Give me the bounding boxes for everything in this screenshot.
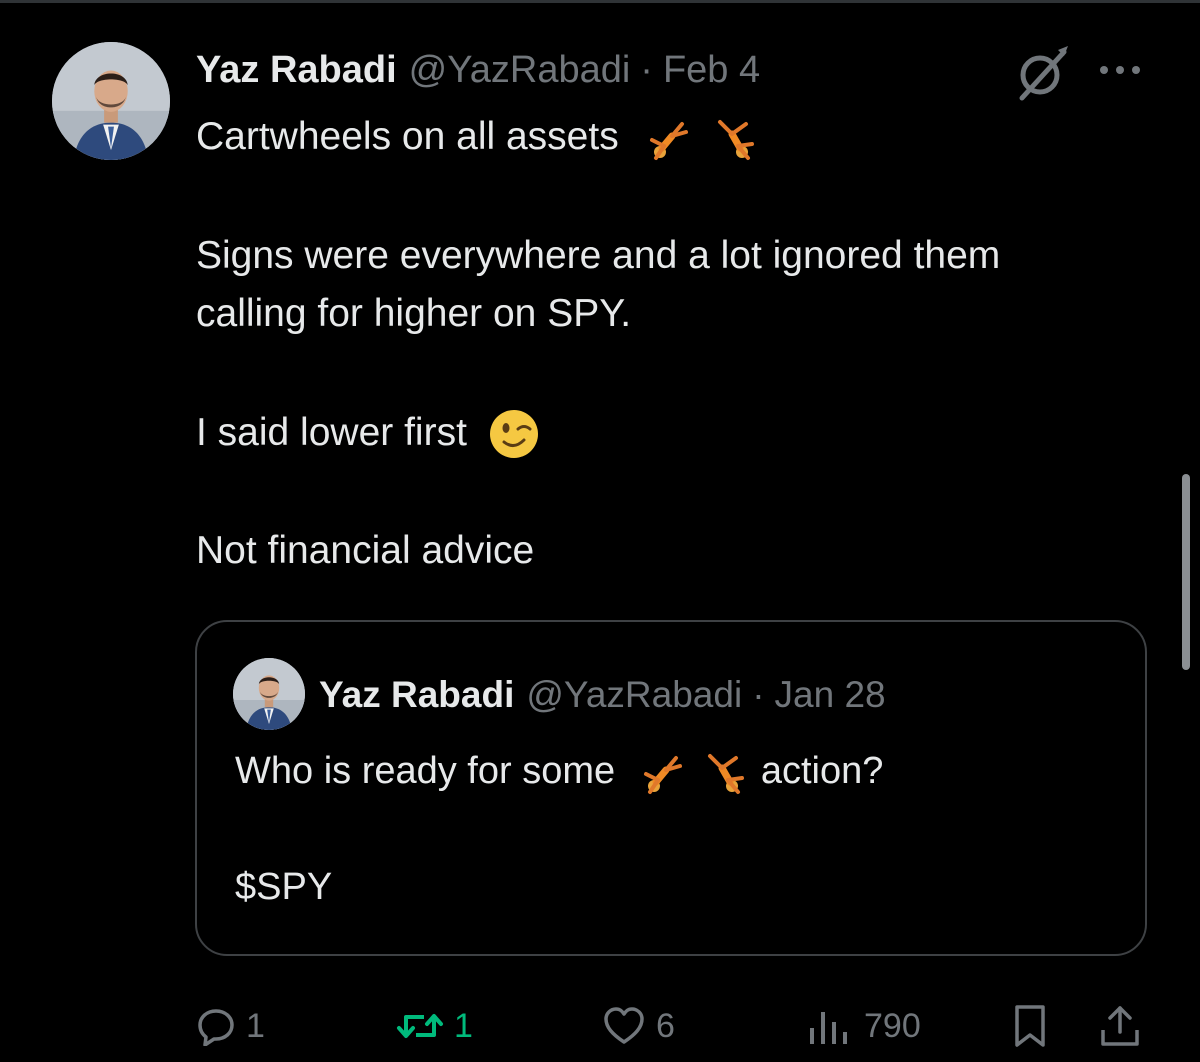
tweet-text-line-2: Signs were everywhere and a lot ignored … (196, 233, 1001, 277)
quoted-tweet[interactable]: Yaz Rabadi @YazRabadi · Jan 28 Who is re… (195, 620, 1147, 956)
avatar-photo (52, 42, 170, 160)
quoted-author-avatar (233, 658, 305, 730)
tweet-text: Cartwheels on all assets Signs were ever… (196, 108, 1156, 581)
share-icon (1101, 1006, 1139, 1046)
tweet-text-line-1: Cartwheels on all assets (196, 115, 619, 158)
repost-icon (397, 1014, 443, 1038)
tweet-header: Yaz Rabadi @YazRabadi · Feb 4 (196, 44, 760, 96)
quoted-author-display-name: Yaz Rabadi (319, 674, 515, 715)
views-count: 790 (864, 1006, 921, 1045)
cartwheel-emoji-icon (702, 750, 748, 796)
more-icon[interactable] (1097, 60, 1143, 80)
reply-button[interactable]: 1 (196, 996, 265, 1056)
bookmark-icon (1015, 1005, 1045, 1047)
quoted-tweet-header: Yaz Rabadi @YazRabadi · Jan 28 (319, 670, 886, 720)
like-button[interactable]: 6 (602, 996, 675, 1056)
author-handle[interactable]: @YazRabadi (409, 49, 631, 92)
tweet-text-line: I said lower first (196, 404, 1156, 463)
tweet-text-line: Cartwheels on all assets (196, 108, 1156, 167)
tweet-text-line-5: Not financial advice (196, 529, 535, 572)
cartwheel-emoji-icon (712, 116, 758, 162)
quoted-tweet-date: Jan 28 (774, 674, 886, 715)
tweet-text-line-3: calling for higher on SPY. (196, 292, 632, 335)
bookmark-button[interactable] (1012, 996, 1048, 1056)
scrollbar-thumb[interactable] (1182, 474, 1190, 670)
author-avatar[interactable] (52, 42, 170, 160)
reply-icon (198, 1009, 234, 1046)
tweet[interactable]: Yaz Rabadi @YazRabadi · Feb 4 Cartwheels… (0, 0, 1200, 1062)
avatar-photo (233, 658, 305, 730)
reply-count: 1 (246, 1006, 265, 1045)
views-button[interactable]: 790 (806, 996, 921, 1056)
share-button[interactable] (1098, 996, 1142, 1056)
quoted-header-separator: · (752, 674, 765, 715)
winking-face-emoji-icon (488, 408, 540, 460)
like-count: 6 (656, 1006, 675, 1045)
tweet-text-line-4: I said lower first (196, 410, 467, 454)
quoted-text-line-1-after: action? (760, 750, 884, 792)
repost-count: 1 (454, 1006, 473, 1045)
tweet-date[interactable]: Feb 4 (663, 49, 760, 92)
quoted-text-line-1-before: Who is ready for some (235, 750, 616, 792)
quoted-tweet-text: Who is ready for some action? $SPY (235, 742, 883, 916)
author-display-name[interactable]: Yaz Rabadi (196, 49, 397, 92)
views-icon (810, 1012, 847, 1044)
quoted-text-line-2: $SPY (235, 866, 333, 908)
cartwheel-emoji-icon (644, 116, 690, 162)
grok-icon[interactable] (1010, 44, 1070, 102)
repost-button[interactable]: 1 (396, 996, 473, 1056)
quoted-text-line: Who is ready for some action? (235, 742, 883, 800)
heart-icon (604, 1007, 644, 1044)
quoted-author-handle: @YazRabadi (526, 674, 743, 715)
header-separator: · (640, 48, 653, 91)
cartwheel-emoji-icon (638, 750, 684, 796)
tweet-actions: 1 1 6 790 (0, 996, 1200, 1056)
